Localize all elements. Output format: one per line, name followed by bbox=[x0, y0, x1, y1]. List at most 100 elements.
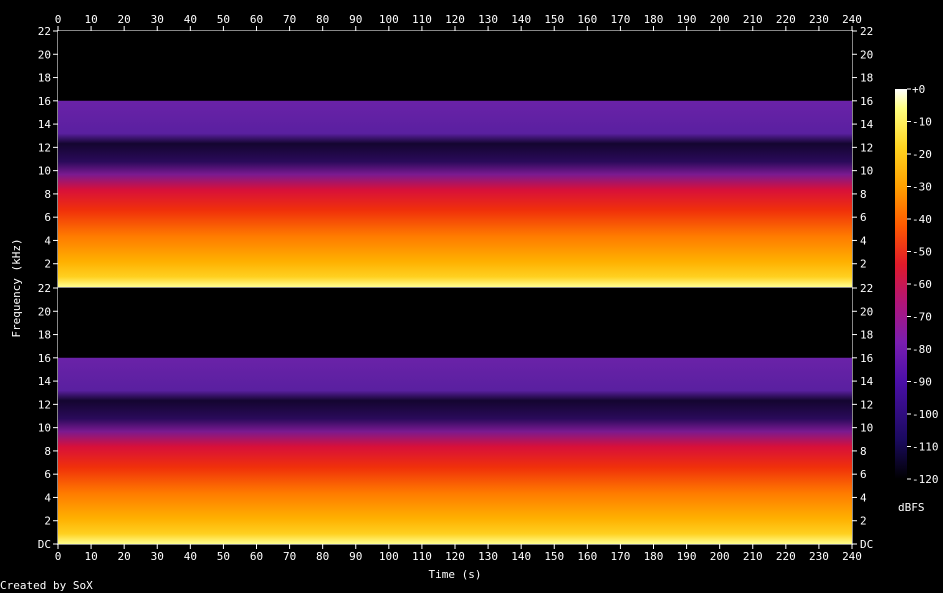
x-tick-label-top: 110 bbox=[412, 13, 432, 26]
x-tick-label-top: 150 bbox=[544, 13, 564, 26]
y-tick-label-right: 4 bbox=[860, 234, 867, 247]
colorbar-tick-label: -60 bbox=[912, 278, 932, 291]
y-tick-label-left: 10 bbox=[38, 165, 51, 178]
y-tick-label-right: 2 bbox=[860, 515, 867, 528]
x-tick-label-top: 170 bbox=[610, 13, 630, 26]
y-tick-label-right: 6 bbox=[860, 468, 867, 481]
y-tick-label-left: 18 bbox=[38, 72, 51, 85]
y-tick-label-right: 2 bbox=[860, 258, 867, 271]
x-tick-label-bottom: 150 bbox=[544, 550, 564, 563]
x-tick-label-top: 10 bbox=[84, 13, 97, 26]
y-tick-label-left: 6 bbox=[44, 211, 51, 224]
spectrogram-chart: 0 10 20 30 40 50 60 70 80 90 100 110 120 130 140 150 160… bbox=[0, 13, 939, 592]
colorbar-tick-label: -100 bbox=[912, 408, 939, 421]
x-tick-label-bottom: 220 bbox=[776, 550, 796, 563]
x-tick-label-bottom: 130 bbox=[478, 550, 498, 563]
y-tick-label-left: 22 bbox=[38, 25, 51, 38]
y-tick-label-right: 12 bbox=[860, 398, 873, 411]
x-tick-label-top: 180 bbox=[644, 13, 664, 26]
x-tick-label-top: 190 bbox=[677, 13, 697, 26]
y-tick-label-right: 18 bbox=[860, 72, 873, 85]
x-tick-label-top: 40 bbox=[184, 13, 197, 26]
colorbar-tick-label: -80 bbox=[912, 343, 932, 356]
y-tick-label-right: 8 bbox=[860, 445, 867, 458]
y-tick-label-right: 16 bbox=[860, 352, 873, 365]
y-tick-label-left: 2 bbox=[44, 258, 51, 271]
y-tick-label-right: 20 bbox=[860, 48, 873, 61]
y-tick-label-left: 12 bbox=[38, 141, 51, 154]
y-tick-label-right: 14 bbox=[860, 118, 874, 131]
x-tick-label-top: 230 bbox=[809, 13, 829, 26]
x-tick-label-top: 160 bbox=[577, 13, 597, 26]
x-ticks-top: 0 10 20 30 40 50 60 70 80 90 100 110 120 130 140 150 160… bbox=[55, 13, 862, 31]
y-tick-label-left: 18 bbox=[38, 329, 51, 342]
x-tick-label-top: 240 bbox=[842, 13, 862, 26]
y-tick-label-left: 8 bbox=[44, 445, 51, 458]
x-tick-label-bottom: 140 bbox=[511, 550, 531, 563]
y-tick-label-left: 20 bbox=[38, 48, 51, 61]
y-tick-label-right: 4 bbox=[860, 491, 867, 504]
x-tick-label-bottom: 240 bbox=[842, 550, 862, 563]
x-tick-label-bottom: 0 bbox=[55, 550, 62, 563]
y-tick-label-left: 22 bbox=[38, 282, 51, 295]
y-tick-label-right: DC bbox=[860, 538, 873, 551]
x-tick-label-bottom: 80 bbox=[316, 550, 329, 563]
spectrogram-image-top bbox=[58, 31, 852, 287]
x-ticks-bottom: 0 10 20 30 40 50 60 70 80 90 100 110 120 130 140 150 160… bbox=[55, 544, 862, 563]
y-tick-label-left: 16 bbox=[38, 352, 51, 365]
y-tick-label-right: 8 bbox=[860, 188, 867, 201]
y-tick-label-right: 14 bbox=[860, 375, 874, 388]
channel-panel-bottom bbox=[58, 288, 852, 544]
x-tick-label-top: 50 bbox=[217, 13, 230, 26]
y-tick-label-right: 22 bbox=[860, 282, 873, 295]
x-tick-label-top: 20 bbox=[118, 13, 131, 26]
x-tick-label-top: 220 bbox=[776, 13, 796, 26]
x-tick-label-top: 30 bbox=[151, 13, 164, 26]
y-tick-label-left: 4 bbox=[44, 234, 51, 247]
x-tick-label-top: 0 bbox=[55, 13, 62, 26]
x-tick-label-bottom: 200 bbox=[710, 550, 730, 563]
y-tick-label-left: DC bbox=[38, 538, 51, 551]
colorbar bbox=[895, 89, 907, 479]
x-tick-label-top: 210 bbox=[743, 13, 763, 26]
x-tick-label-bottom: 160 bbox=[577, 550, 597, 563]
y-tick-label-left: 14 bbox=[38, 375, 52, 388]
x-tick-label-bottom: 110 bbox=[412, 550, 432, 563]
y-tick-label-left: 10 bbox=[38, 422, 51, 435]
x-tick-label-bottom: 70 bbox=[283, 550, 296, 563]
x-tick-label-bottom: 60 bbox=[250, 550, 263, 563]
x-tick-label-top: 100 bbox=[379, 13, 399, 26]
y-tick-label-right: 16 bbox=[860, 95, 873, 108]
y-tick-label-left: 4 bbox=[44, 491, 51, 504]
colorbar-tick-label: -20 bbox=[912, 148, 932, 161]
y-tick-label-left: 2 bbox=[44, 515, 51, 528]
y-axis-label: Frequency (kHz) bbox=[10, 238, 23, 337]
y-tick-label-right: 6 bbox=[860, 211, 867, 224]
channel-panel-top bbox=[58, 31, 852, 287]
x-tick-label-bottom: 120 bbox=[445, 550, 465, 563]
y-tick-label-left: 6 bbox=[44, 468, 51, 481]
colorbar-tick-label: -90 bbox=[912, 376, 932, 389]
x-tick-label-top: 80 bbox=[316, 13, 329, 26]
y-tick-label-left: 8 bbox=[44, 188, 51, 201]
colorbar-tick-label: -10 bbox=[912, 116, 932, 129]
footer-credit: Created by SoX bbox=[0, 579, 93, 592]
x-tick-label-top: 120 bbox=[445, 13, 465, 26]
y-tick-label-left: 14 bbox=[38, 118, 52, 131]
colorbar-tick-label: -30 bbox=[912, 181, 932, 194]
y-tick-label-left: 12 bbox=[38, 398, 51, 411]
y-tick-label-left: 16 bbox=[38, 95, 51, 108]
colorbar-tick-label: +0 bbox=[912, 83, 925, 96]
y-tick-label-right: 20 bbox=[860, 305, 873, 318]
y-tick-label-left: 20 bbox=[38, 305, 51, 318]
x-tick-label-top: 70 bbox=[283, 13, 296, 26]
x-tick-label-bottom: 180 bbox=[644, 550, 664, 563]
y-tick-label-right: 18 bbox=[860, 329, 873, 342]
x-tick-label-bottom: 50 bbox=[217, 550, 230, 563]
x-tick-label-bottom: 90 bbox=[349, 550, 362, 563]
y-tick-label-right: 12 bbox=[860, 141, 873, 154]
x-tick-label-top: 130 bbox=[478, 13, 498, 26]
x-tick-label-bottom: 20 bbox=[118, 550, 131, 563]
y-tick-label-right: 22 bbox=[860, 25, 873, 38]
spectrogram-image-bottom bbox=[58, 288, 852, 544]
